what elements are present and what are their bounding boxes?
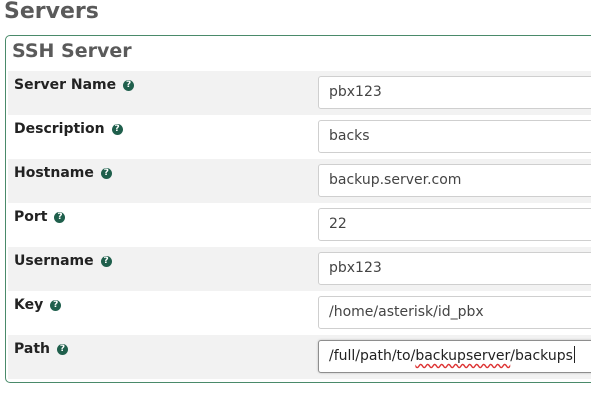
question-circle-icon[interactable]: ?: [100, 167, 112, 179]
path-value-misspelled: backupserver: [415, 348, 511, 364]
hostname-label: Hostname: [14, 165, 94, 181]
field-label: Username ?: [14, 253, 112, 269]
field-label: Server Name ?: [14, 77, 135, 93]
field-label: Description ?: [14, 121, 123, 137]
key-label: Key: [14, 297, 44, 313]
path-input[interactable]: /full/path/to/backupserver/backups: [318, 340, 591, 373]
server-name-label: Server Name: [14, 77, 117, 93]
path-value-suffix: /backups: [510, 348, 573, 364]
field-label: Path ?: [14, 341, 68, 357]
field-label: Key ?: [14, 297, 62, 313]
question-circle-icon[interactable]: ?: [123, 79, 135, 91]
port-input[interactable]: 22: [318, 208, 591, 241]
form-row-port: Port ? 22: [8, 203, 591, 247]
form-row-username: Username ? pbx123: [8, 247, 591, 291]
path-label: Path: [14, 341, 50, 357]
question-circle-icon[interactable]: ?: [57, 343, 68, 355]
question-circle-icon[interactable]: ?: [100, 255, 112, 267]
form-row-key: Key ? /home/asterisk/id_pbx: [8, 291, 591, 335]
text-caret: [573, 346, 575, 363]
username-input[interactable]: pbx123: [318, 252, 591, 285]
form-row-server-name: Server Name ? pbx123: [8, 71, 591, 115]
question-circle-icon[interactable]: ?: [111, 123, 123, 135]
server-name-input[interactable]: pbx123: [318, 76, 591, 109]
question-circle-icon[interactable]: ?: [54, 211, 66, 223]
description-label: Description: [14, 121, 105, 137]
question-circle-icon[interactable]: ?: [50, 299, 62, 311]
description-input[interactable]: backs: [318, 120, 591, 153]
key-input[interactable]: /home/asterisk/id_pbx: [318, 296, 591, 329]
username-label: Username: [14, 253, 94, 269]
form-row-path: Path ? /full/path/to/backupserver/backup…: [8, 335, 591, 379]
ssh-server-section: SSH Server Server Name ? pbx123 Descript…: [5, 35, 591, 383]
page-title: Servers: [4, 0, 99, 24]
path-value-prefix: /full/path/to/: [329, 348, 416, 364]
port-label: Port: [14, 209, 48, 225]
form-row-hostname: Hostname ? backup.server.com: [8, 159, 591, 203]
field-label: Port ?: [14, 209, 66, 225]
hostname-input[interactable]: backup.server.com: [318, 164, 591, 197]
section-legend: SSH Server: [12, 40, 132, 62]
field-label: Hostname ?: [14, 165, 112, 181]
form-row-description: Description ? backs: [8, 115, 591, 159]
